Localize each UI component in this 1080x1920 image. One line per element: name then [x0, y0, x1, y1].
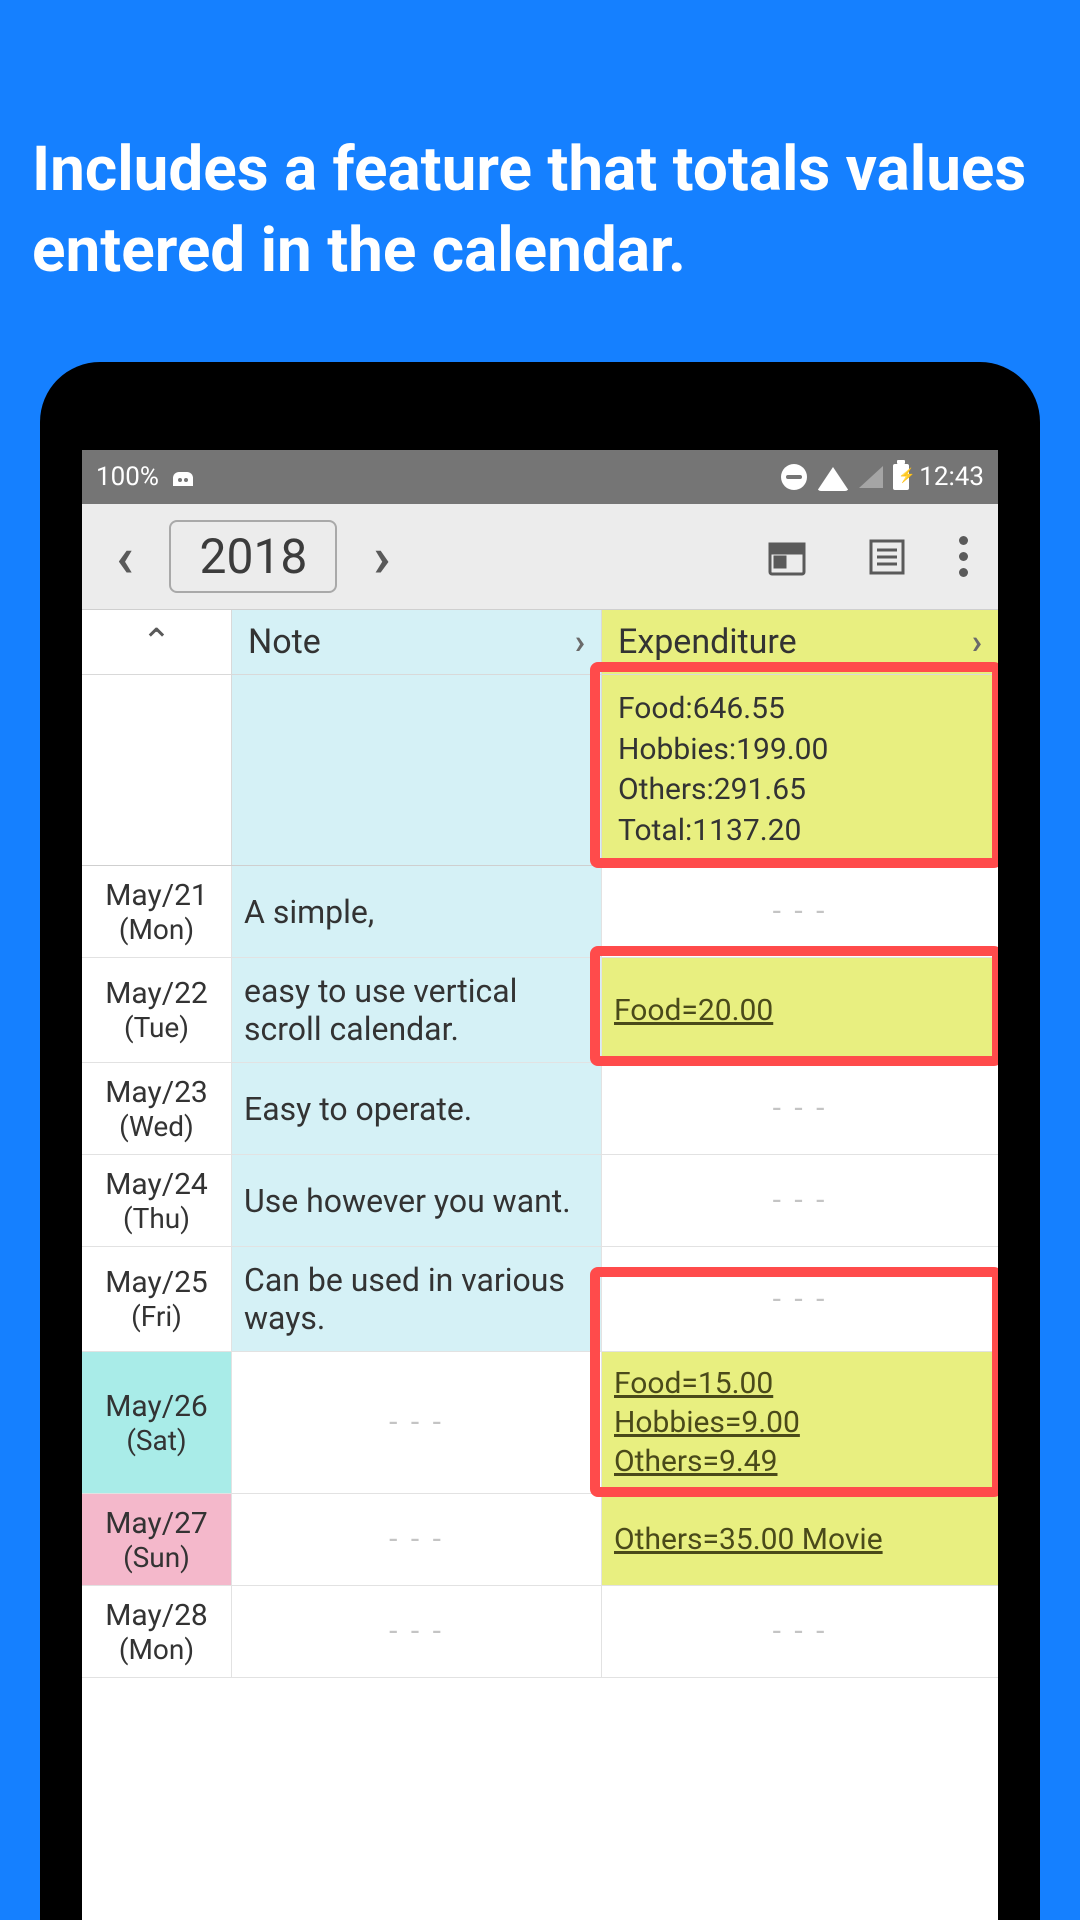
summary-note-spacer: [232, 675, 602, 865]
chevron-right-icon: ›: [575, 622, 585, 662]
expenditure-cell[interactable]: Food=15.00 Hobbies=9.00 Others=9.49: [602, 1352, 998, 1493]
battery-percent-text: 100%: [96, 462, 159, 492]
note-cell[interactable]: - - -: [232, 1352, 602, 1493]
summary-line: Others:291.65: [618, 770, 982, 811]
content-area: ⌃ Note › Expenditure › Food:646.55Hobbie…: [82, 610, 998, 1678]
date-label: May/23: [105, 1075, 208, 1110]
column-header-row: ⌃ Note › Expenditure ›: [82, 610, 998, 675]
date-cell[interactable]: May/21(Mon): [82, 866, 232, 957]
date-cell[interactable]: May/24(Thu): [82, 1155, 232, 1246]
day-of-week-label: (Mon): [119, 913, 194, 946]
cell-signal-icon: [859, 466, 883, 488]
list-icon: [865, 535, 909, 579]
chevron-up-icon: ⌃: [141, 621, 171, 663]
expenditure-cell[interactable]: - - -: [602, 866, 998, 957]
note-column-header[interactable]: Note ›: [232, 610, 602, 674]
day-of-week-label: (Sat): [126, 1424, 186, 1457]
expenditure-summary-cell[interactable]: Food:646.55Hobbies:199.00Others:291.65To…: [602, 675, 998, 865]
prev-year-button[interactable]: ‹: [100, 529, 149, 585]
day-of-week-label: (Thu): [123, 1202, 190, 1235]
next-year-button[interactable]: ›: [357, 529, 406, 585]
date-label: May/27: [105, 1506, 208, 1541]
expenditure-entry: Food=15.00: [614, 1366, 773, 1401]
expenditure-entry: Food=20.00: [614, 993, 773, 1028]
table-row: May/23(Wed)Easy to operate.- - -: [82, 1063, 998, 1155]
note-cell[interactable]: easy to use vertical scroll calendar.: [232, 958, 602, 1062]
phone-frame: 100% ⚡ 12:43 ‹ 2018 ›: [40, 362, 1040, 1920]
collapse-toggle[interactable]: ⌃: [82, 610, 232, 674]
table-row: May/25(Fri)Can be used in various ways.-…: [82, 1247, 998, 1352]
note-cell[interactable]: - - -: [232, 1586, 602, 1677]
date-cell[interactable]: May/22(Tue): [82, 958, 232, 1062]
kebab-dot-icon: [959, 568, 968, 577]
date-label: May/25: [105, 1265, 208, 1300]
table-row: May/24(Thu)Use however you want.- - -: [82, 1155, 998, 1247]
summary-row: Food:646.55Hobbies:199.00Others:291.65To…: [82, 675, 998, 866]
expenditure-entry: Others=9.49: [614, 1444, 778, 1479]
expenditure-cell[interactable]: Others=35.00 Movie: [602, 1494, 998, 1585]
table-row: May/21(Mon)A simple,- - -: [82, 866, 998, 958]
date-label: May/24: [105, 1167, 208, 1202]
expenditure-cell[interactable]: Food=20.00: [602, 958, 998, 1062]
summary-line: Total:1137.20: [618, 811, 982, 852]
expenditure-cell[interactable]: - - -: [602, 1155, 998, 1246]
status-bar: 100% ⚡ 12:43: [82, 450, 998, 504]
android-icon: [169, 466, 197, 488]
table-row: May/28(Mon)- - -- - -: [82, 1586, 998, 1678]
summary-line: Hobbies:199.00: [618, 730, 982, 771]
day-of-week-label: (Tue): [124, 1011, 189, 1044]
expenditure-column-header[interactable]: Expenditure ›: [602, 610, 998, 674]
note-cell[interactable]: Easy to operate.: [232, 1063, 602, 1154]
date-label: May/28: [105, 1598, 208, 1633]
note-cell[interactable]: A simple,: [232, 866, 602, 957]
date-label: May/26: [105, 1389, 208, 1424]
expenditure-entry: Hobbies=9.00: [614, 1405, 800, 1440]
expenditure-entry: Others=35.00 Movie: [614, 1522, 883, 1557]
calendar-rows: May/21(Mon)A simple,- - -May/22(Tue)easy…: [82, 866, 998, 1678]
note-cell[interactable]: Use however you want.: [232, 1155, 602, 1246]
table-row: May/26(Sat)- - -Food=15.00Hobbies=9.00Ot…: [82, 1352, 998, 1494]
date-cell[interactable]: May/23(Wed): [82, 1063, 232, 1154]
expenditure-cell[interactable]: - - -: [602, 1063, 998, 1154]
overflow-menu-button[interactable]: [947, 536, 980, 577]
expenditure-header-label: Expenditure: [618, 622, 797, 662]
toolbar: ‹ 2018 ›: [82, 504, 998, 610]
summary-date-spacer: [82, 675, 232, 865]
summary-line: Food:646.55: [618, 689, 982, 730]
year-selector[interactable]: 2018: [169, 520, 337, 593]
calendar-today-icon: [765, 535, 809, 579]
date-cell[interactable]: May/28(Mon): [82, 1586, 232, 1677]
note-header-label: Note: [248, 622, 321, 662]
day-of-week-label: (Mon): [119, 1633, 194, 1666]
table-row: May/22(Tue)easy to use vertical scroll c…: [82, 958, 998, 1063]
date-cell[interactable]: May/26(Sat): [82, 1352, 232, 1493]
clock-text: 12:43: [919, 462, 984, 492]
day-of-week-label: (Wed): [119, 1110, 194, 1143]
wifi-icon: [817, 467, 849, 491]
day-of-week-label: (Sun): [123, 1541, 190, 1574]
date-cell[interactable]: May/27(Sun): [82, 1494, 232, 1585]
today-button[interactable]: [765, 535, 809, 579]
battery-charging-icon: ⚡: [893, 464, 909, 490]
date-label: May/22: [105, 976, 208, 1011]
table-row: May/27(Sun)- - -Others=35.00 Movie: [82, 1494, 998, 1586]
expenditure-cell[interactable]: - - -: [602, 1247, 998, 1351]
do-not-disturb-icon: [781, 464, 807, 490]
promo-headline: Includes a feature that totals values en…: [0, 0, 1080, 291]
note-cell[interactable]: Can be used in various ways.: [232, 1247, 602, 1351]
kebab-dot-icon: [959, 552, 968, 561]
date-label: May/21: [105, 878, 208, 913]
list-view-button[interactable]: [865, 535, 909, 579]
expenditure-cell[interactable]: - - -: [602, 1586, 998, 1677]
day-of-week-label: (Fri): [131, 1300, 182, 1333]
note-cell[interactable]: - - -: [232, 1494, 602, 1585]
chevron-right-icon: ›: [972, 622, 982, 662]
phone-screen: 100% ⚡ 12:43 ‹ 2018 ›: [82, 450, 998, 1920]
kebab-dot-icon: [959, 536, 968, 545]
date-cell[interactable]: May/25(Fri): [82, 1247, 232, 1351]
